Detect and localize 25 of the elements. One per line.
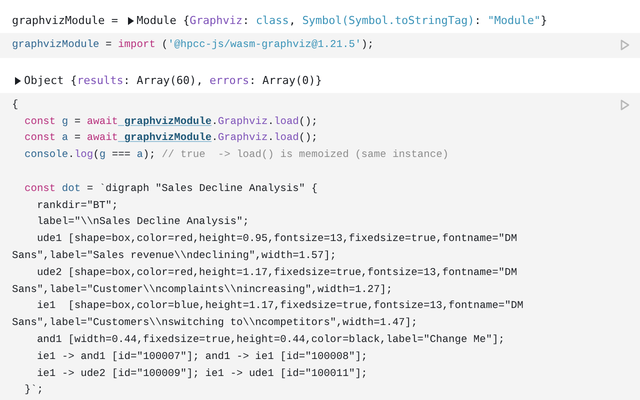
code-line: ude1 [shape=box,color=red,height=0.95,fontsize=13,fixedsize=true,fontname="DM xyxy=(36,232,518,248)
disclosure-triangle-icon[interactable] xyxy=(15,76,21,85)
code-line: Sans",label="Sales revenue\\ndeclining",width=1.57]; xyxy=(12,248,336,264)
code-line: const dot = `digraph "Sales Decline Analysis" { xyxy=(23,182,318,197)
code-line: Sans",label="Customer\\ncomplaints\\nincreasing",width=1.27]; xyxy=(12,282,392,298)
code-line: ie1 -> and1 [id="100007"]; and1 -> ie1 [id="100008"]; xyxy=(36,350,368,365)
code-line: and1 [width=0.44,fixedsize=true,height=0.44,color=black,label="Change Me"]; xyxy=(36,332,505,348)
code-line: { xyxy=(12,98,18,113)
output-label: graphvizModule = xyxy=(12,12,119,29)
code-line: }`; xyxy=(23,383,44,398)
code-line: const a = await graphvizModule.Graphviz.load(); xyxy=(23,131,318,146)
code-line: ie1 -> ude2 [id="100009"]; ie1 -> ude1 [id="100011"]; xyxy=(36,366,368,382)
code-line: Sans",label="Customers\\nswitching to\\ncompetitors",width=1.47]; xyxy=(12,316,418,332)
code-line: ude2 [shape=box,color=red,height=1.17,fixedsize=true,fontsize=13,fontname="DM xyxy=(36,266,518,281)
code-line: label="\\nSales Decline Analysis"; xyxy=(36,215,249,230)
code-line: ie1 [shape=box,color=blue,height=1.17,fixedsize=true,fontsize=13,fontname="DM xyxy=(36,299,524,314)
code-line: graphvizModule = import ('@hpcc-js/wasm-graphviz@1.21.5'); xyxy=(12,38,374,53)
disclosure-triangle-icon[interactable] xyxy=(128,17,134,25)
code-cell[interactable] xyxy=(0,92,640,400)
output-value[interactable]: Object {results: Array(60), errors: Array(0)} xyxy=(24,72,322,90)
output-value[interactable]: Module {Graphviz: class, Symbol(Symbol.toStringTag): "Module"} xyxy=(136,12,548,30)
code-line: console.log(g === a); // true -> load() is memoized (same instance) xyxy=(23,148,449,164)
code-line: const g = await graphvizModule.Graphviz.load(); xyxy=(23,114,318,130)
code-cell[interactable]: graphvizModule = import ('@hpcc-js/wasm-graphviz@1.21.5'); xyxy=(0,33,640,58)
code-line: rankdir="BT"; xyxy=(36,198,118,214)
